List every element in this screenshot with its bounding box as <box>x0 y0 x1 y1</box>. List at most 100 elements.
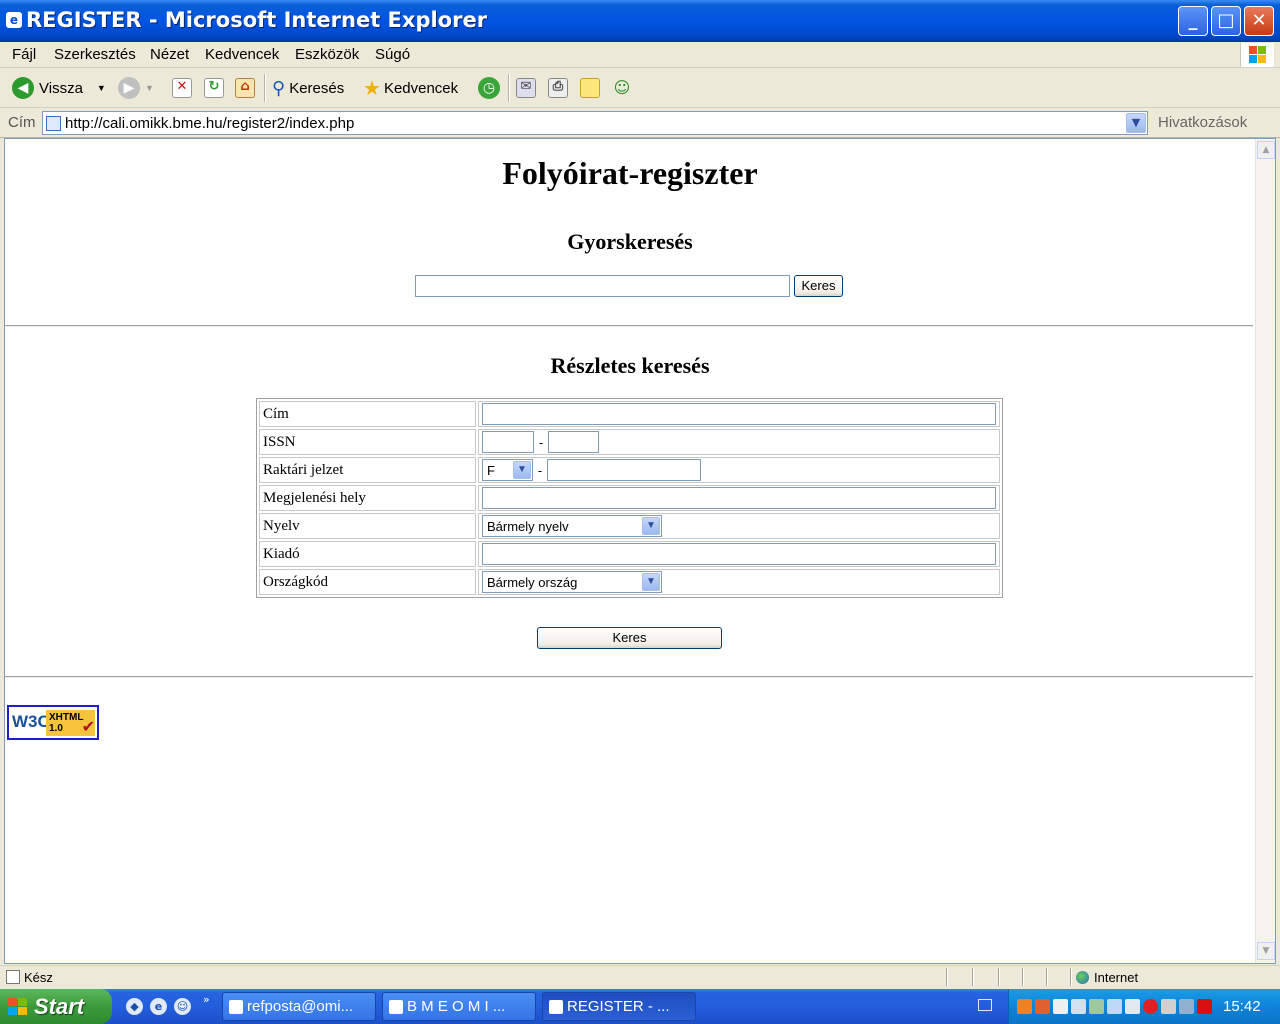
clock[interactable]: 15:42 <box>1223 998 1261 1015</box>
taskbar: Start ◆ e ☺ » refposta@omi... B M E O M … <box>0 989 1280 1024</box>
tray-app-icon[interactable] <box>1143 999 1158 1014</box>
tray-app-icon[interactable] <box>1125 999 1140 1014</box>
w3c-xhtml-badge[interactable]: W3C XHTML 1.0 ✔ <box>7 705 99 740</box>
forward-button[interactable]: ▶ ▼ <box>118 76 154 100</box>
w3c-logo-text: W3C <box>12 712 50 731</box>
refresh-button[interactable]: ↻ <box>204 76 224 100</box>
chevron-down-icon[interactable]: ▼ <box>513 461 531 479</box>
address-label: Cím <box>8 114 36 131</box>
zone-label: Internet <box>1094 970 1139 985</box>
divider <box>5 325 1253 327</box>
system-tray: 15:42 <box>1008 989 1280 1024</box>
issn-part2-input[interactable] <box>548 431 599 453</box>
place-input[interactable] <box>482 487 996 509</box>
tray-app-icon[interactable] <box>1197 999 1212 1014</box>
country-label: Országkód <box>259 569 476 595</box>
detailed-search-form: Cím ISSN - Raktári jelzet F ▼ - Megjelen… <box>256 398 1003 598</box>
form-row-shelf-mark: Raktári jelzet F ▼ - <box>259 457 1000 483</box>
favorites-star-icon: ★ <box>363 77 381 100</box>
tray-app-icon[interactable] <box>1071 999 1086 1014</box>
divider <box>5 676 1253 678</box>
language-select[interactable]: Bármely nyelv ▼ <box>482 515 662 537</box>
quicklaunch-messenger-icon[interactable]: ☺ <box>174 998 191 1015</box>
forward-arrow-icon: ▶ <box>118 77 140 99</box>
search-button[interactable]: ⚲ Keresés <box>272 76 344 100</box>
stop-button[interactable]: ✕ <box>172 76 192 100</box>
messenger-button[interactable]: ☺ <box>612 76 632 100</box>
tray-volume-icon[interactable] <box>1179 999 1194 1014</box>
issn-separator: - <box>538 434 544 450</box>
print-icon: ⎙ <box>548 78 568 98</box>
page-title: Folyóirat-regiszter <box>502 155 758 191</box>
issn-part1-input[interactable] <box>482 431 534 453</box>
forward-dropdown-icon[interactable]: ▼ <box>145 83 154 93</box>
task-mail[interactable]: refposta@omi... <box>222 992 376 1021</box>
menu-view[interactable]: Nézet <box>150 46 189 63</box>
tray-app-icon[interactable] <box>1161 999 1176 1014</box>
tray-app-icon[interactable] <box>1017 999 1032 1014</box>
home-button[interactable]: ⌂ <box>235 76 255 100</box>
windows-flag-icon <box>8 997 28 1016</box>
task-register[interactable]: REGISTER - ... <box>542 992 696 1021</box>
menu-edit[interactable]: Szerkesztés <box>54 46 136 63</box>
shelf-prefix-select[interactable]: F ▼ <box>482 459 533 481</box>
menu-help[interactable]: Súgó <box>375 46 410 63</box>
tray-network-icon[interactable] <box>1107 999 1122 1014</box>
chevron-down-icon[interactable]: ▼ <box>642 573 660 591</box>
search-icon: ⚲ <box>272 77 286 98</box>
print-button[interactable]: ⎙ <box>548 76 568 100</box>
language-label: Nyelv <box>259 513 476 539</box>
form-row-country: Országkód Bármely ország ▼ <box>259 569 1000 595</box>
back-dropdown-icon[interactable]: ▼ <box>97 83 106 93</box>
quick-search-button[interactable]: Keres <box>794 275 843 297</box>
mail-icon: ✉ <box>516 78 536 98</box>
back-label: Vissza <box>39 79 83 97</box>
shelf-mark-label: Raktári jelzet <box>259 457 476 483</box>
issn-label: ISSN <box>259 429 476 455</box>
keyboard-icon[interactable] <box>978 999 992 1011</box>
title-bar[interactable]: e REGISTER - Microsoft Internet Explorer… <box>0 0 1280 42</box>
quick-search-heading: Gyorskeresés <box>567 229 693 254</box>
maximize-button[interactable]: □ <box>1211 6 1241 36</box>
chevron-down-icon[interactable]: ▼ <box>642 517 660 535</box>
close-button[interactable]: ✕ <box>1244 6 1274 36</box>
language-value: Bármely nyelv <box>487 519 569 534</box>
start-button[interactable]: Start <box>0 989 112 1024</box>
tray-app-icon[interactable] <box>1035 999 1050 1014</box>
stop-icon: ✕ <box>172 78 192 98</box>
quicklaunch-ie-icon[interactable]: e <box>150 998 167 1015</box>
publisher-input[interactable] <box>482 543 996 565</box>
menu-bar: Fájl Szerkesztés Nézet Kedvencek Eszközö… <box>0 42 1280 68</box>
quicklaunch-desktop-icon[interactable]: ◆ <box>126 998 143 1015</box>
scroll-up-icon[interactable]: ▲ <box>1257 141 1275 159</box>
vertical-scrollbar[interactable]: ▲ ▼ <box>1255 139 1275 963</box>
quick-search-input[interactable] <box>415 275 790 297</box>
links-toolbar[interactable]: Hivatkozások <box>1158 114 1247 131</box>
menu-favorites[interactable]: Kedvencek <box>205 46 279 63</box>
history-button[interactable]: ◷ <box>478 76 505 100</box>
mail-button[interactable]: ✉ <box>516 76 536 100</box>
page-status-icon <box>6 970 20 984</box>
back-button[interactable]: ◀ Vissza ▼ <box>12 76 106 100</box>
favorites-button[interactable]: ★ Kedvencek <box>363 76 458 100</box>
windows-logo-icon <box>1240 43 1274 67</box>
task-ie-icon <box>549 1000 563 1014</box>
title-input[interactable] <box>482 403 996 425</box>
address-dropdown-icon[interactable]: ▼ <box>1126 113 1146 133</box>
ie-page-icon[interactable]: e <box>6 12 22 28</box>
minimize-button[interactable]: _ <box>1178 6 1208 36</box>
task-bme[interactable]: B M E O M I ... <box>382 992 536 1021</box>
detailed-search-button[interactable]: Keres <box>537 627 722 649</box>
menu-tools[interactable]: Eszközök <box>295 46 359 63</box>
edit-button[interactable] <box>580 76 600 100</box>
tray-app-icon[interactable] <box>1089 999 1104 1014</box>
status-bar: Kész Internet <box>0 965 1280 989</box>
country-select[interactable]: Bármely ország ▼ <box>482 571 662 593</box>
address-input[interactable]: http://cali.omikk.bme.hu/register2/index… <box>42 111 1148 135</box>
menu-file[interactable]: Fájl <box>12 46 36 63</box>
quicklaunch-more-icon[interactable]: » <box>203 993 210 1006</box>
tray-app-icon[interactable] <box>1053 999 1068 1014</box>
history-icon: ◷ <box>478 77 500 99</box>
scroll-down-icon[interactable]: ▼ <box>1257 942 1275 960</box>
shelf-number-input[interactable] <box>547 459 701 481</box>
